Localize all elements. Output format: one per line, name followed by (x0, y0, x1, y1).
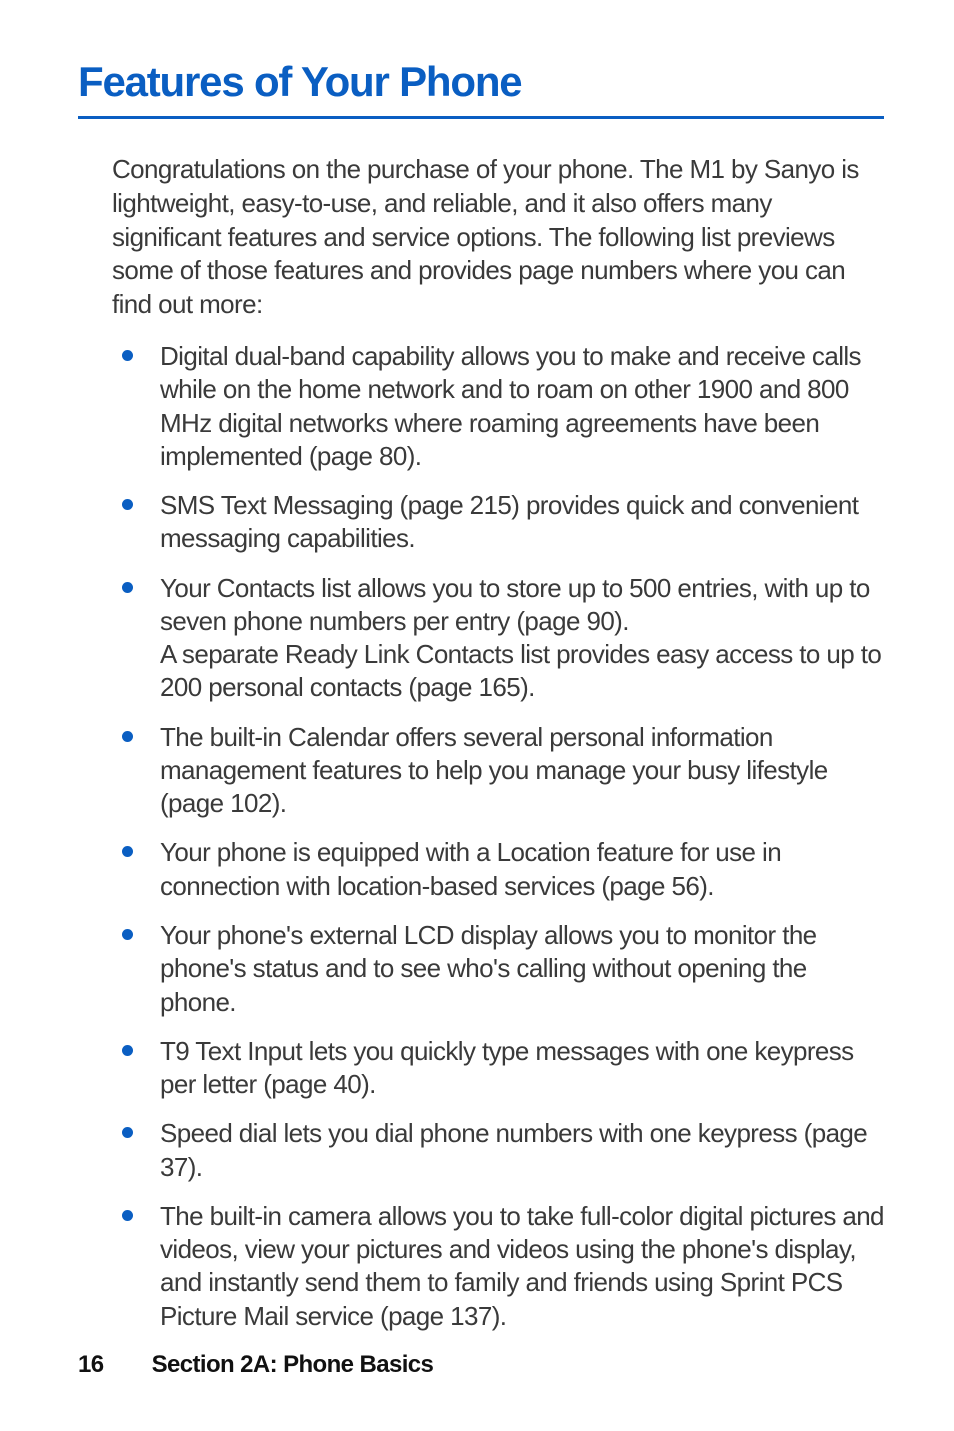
list-item-text: Speed dial lets you dial phone numbers w… (160, 1118, 867, 1181)
page-footer: 16 Section 2A: Phone Basics (78, 1351, 433, 1379)
bullet-icon (122, 731, 133, 742)
list-item: Your Contacts list allows you to store u… (112, 572, 884, 705)
intro-paragraph: Congratulations on the purchase of your … (112, 153, 884, 322)
list-item-text: The built-in camera allows you to take f… (160, 1201, 884, 1331)
list-item: SMS Text Messaging (page 215) provides q… (112, 489, 884, 556)
bullet-icon (122, 929, 133, 940)
list-item-text: Your phone is equipped with a Location f… (160, 837, 781, 900)
list-item: Digital dual-band capability allows you … (112, 340, 884, 473)
bullet-icon (122, 499, 133, 510)
bullet-icon (122, 846, 133, 857)
list-item-text: The built-in Calendar offers several per… (160, 722, 828, 819)
list-item-text: T9 Text Input lets you quickly type mess… (160, 1036, 854, 1099)
list-item: Your phone is equipped with a Location f… (112, 836, 884, 903)
list-item: Speed dial lets you dial phone numbers w… (112, 1117, 884, 1184)
page-heading: Features of Your Phone (78, 58, 884, 119)
page-number: 16 (78, 1351, 104, 1379)
bullet-icon (122, 1045, 133, 1056)
list-item-text: Your Contacts list allows you to store u… (160, 573, 881, 703)
bullet-icon (122, 1210, 133, 1221)
list-item: The built-in camera allows you to take f… (112, 1200, 884, 1333)
list-item: T9 Text Input lets you quickly type mess… (112, 1035, 884, 1102)
list-item-text: Digital dual-band capability allows you … (160, 341, 861, 471)
list-item-text: Your phone's external LCD display allows… (160, 920, 817, 1017)
list-item-text: SMS Text Messaging (page 215) provides q… (160, 490, 858, 553)
bullet-icon (122, 582, 133, 593)
section-label: Section 2A: Phone Basics (152, 1351, 434, 1378)
bullet-icon (122, 350, 133, 361)
list-item: The built-in Calendar offers several per… (112, 721, 884, 821)
bullet-icon (122, 1127, 133, 1138)
list-item: Your phone's external LCD display allows… (112, 919, 884, 1019)
feature-list: Digital dual-band capability allows you … (112, 340, 884, 1333)
